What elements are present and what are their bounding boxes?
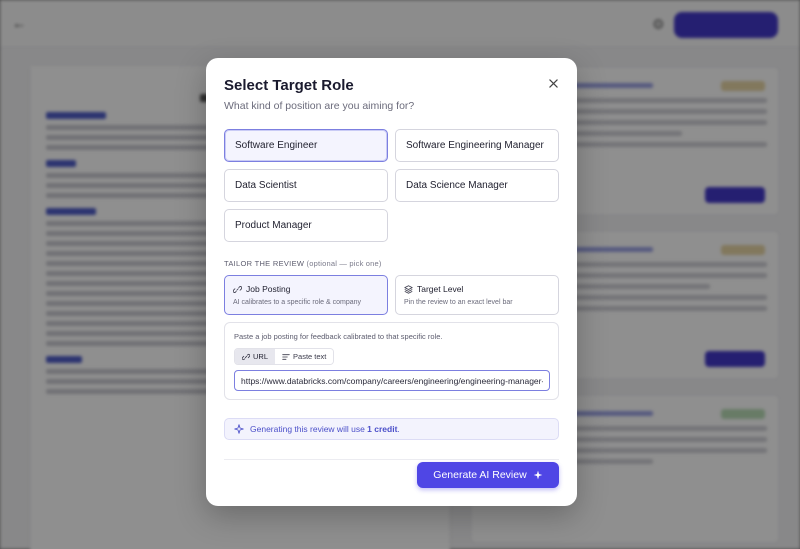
role-label: Software Engineering Manager <box>406 140 544 151</box>
mode-label: Paste text <box>293 352 327 361</box>
role-option-software-engineer[interactable]: Software Engineer <box>224 129 388 162</box>
tailor-option-target-level[interactable]: Target Level Pin the review to an exact … <box>395 275 559 315</box>
role-label: Data Scientist <box>235 180 297 191</box>
layers-icon <box>404 284 413 294</box>
option-title: Target Level <box>417 284 464 294</box>
role-option-data-science-manager[interactable]: Data Science Manager <box>395 169 559 202</box>
generate-label: Generate AI Review <box>433 469 527 481</box>
sparkle-icon <box>533 470 543 480</box>
role-option-data-scientist[interactable]: Data Scientist <box>224 169 388 202</box>
option-title: Job Posting <box>246 284 291 294</box>
credit-notice: Generating this review will use 1 credit… <box>224 418 559 440</box>
credit-text: Generating this review will use 1 credit… <box>250 424 400 434</box>
link-icon <box>233 285 242 293</box>
posting-mode-toggle: URL Paste text <box>234 348 335 365</box>
sparkle-icon <box>234 424 244 434</box>
role-label: Product Manager <box>235 220 312 231</box>
option-description: Pin the review to an exact level bar <box>404 299 513 306</box>
option-description: AI calibrates to a specific role & compa… <box>233 299 362 306</box>
footer-divider <box>224 459 559 460</box>
job-posting-url-input[interactable] <box>234 370 550 391</box>
select-target-role-dialog: Select Target Role What kind of position… <box>206 58 577 506</box>
role-option-software-engineering-manager[interactable]: Software Engineering Manager <box>395 129 559 162</box>
mode-paste-text-button[interactable]: Paste text <box>275 349 334 364</box>
credit-amount: 1 credit <box>367 424 398 434</box>
close-button[interactable] <box>545 75 561 91</box>
role-label: Software Engineer <box>235 140 318 151</box>
text-lines-icon <box>282 353 290 360</box>
role-option-product-manager[interactable]: Product Manager <box>224 209 388 242</box>
generate-ai-review-button[interactable]: Generate AI Review <box>417 462 559 488</box>
link-icon <box>242 353 250 360</box>
role-label: Data Science Manager <box>406 180 508 191</box>
posting-hint: Paste a job posting for feedback calibra… <box>234 332 443 341</box>
dialog-title: Select Target Role <box>224 77 354 94</box>
tailor-section-label: Tailor the review (optional — pick one) <box>224 259 382 268</box>
tailor-option-job-posting[interactable]: Job Posting AI calibrates to a specific … <box>224 275 388 315</box>
job-posting-panel: Paste a job posting for feedback calibra… <box>224 322 559 400</box>
mode-url-button[interactable]: URL <box>235 349 276 364</box>
dialog-subtitle: What kind of position are you aiming for… <box>224 100 415 112</box>
close-icon <box>548 78 558 88</box>
mode-label: URL <box>253 352 269 361</box>
